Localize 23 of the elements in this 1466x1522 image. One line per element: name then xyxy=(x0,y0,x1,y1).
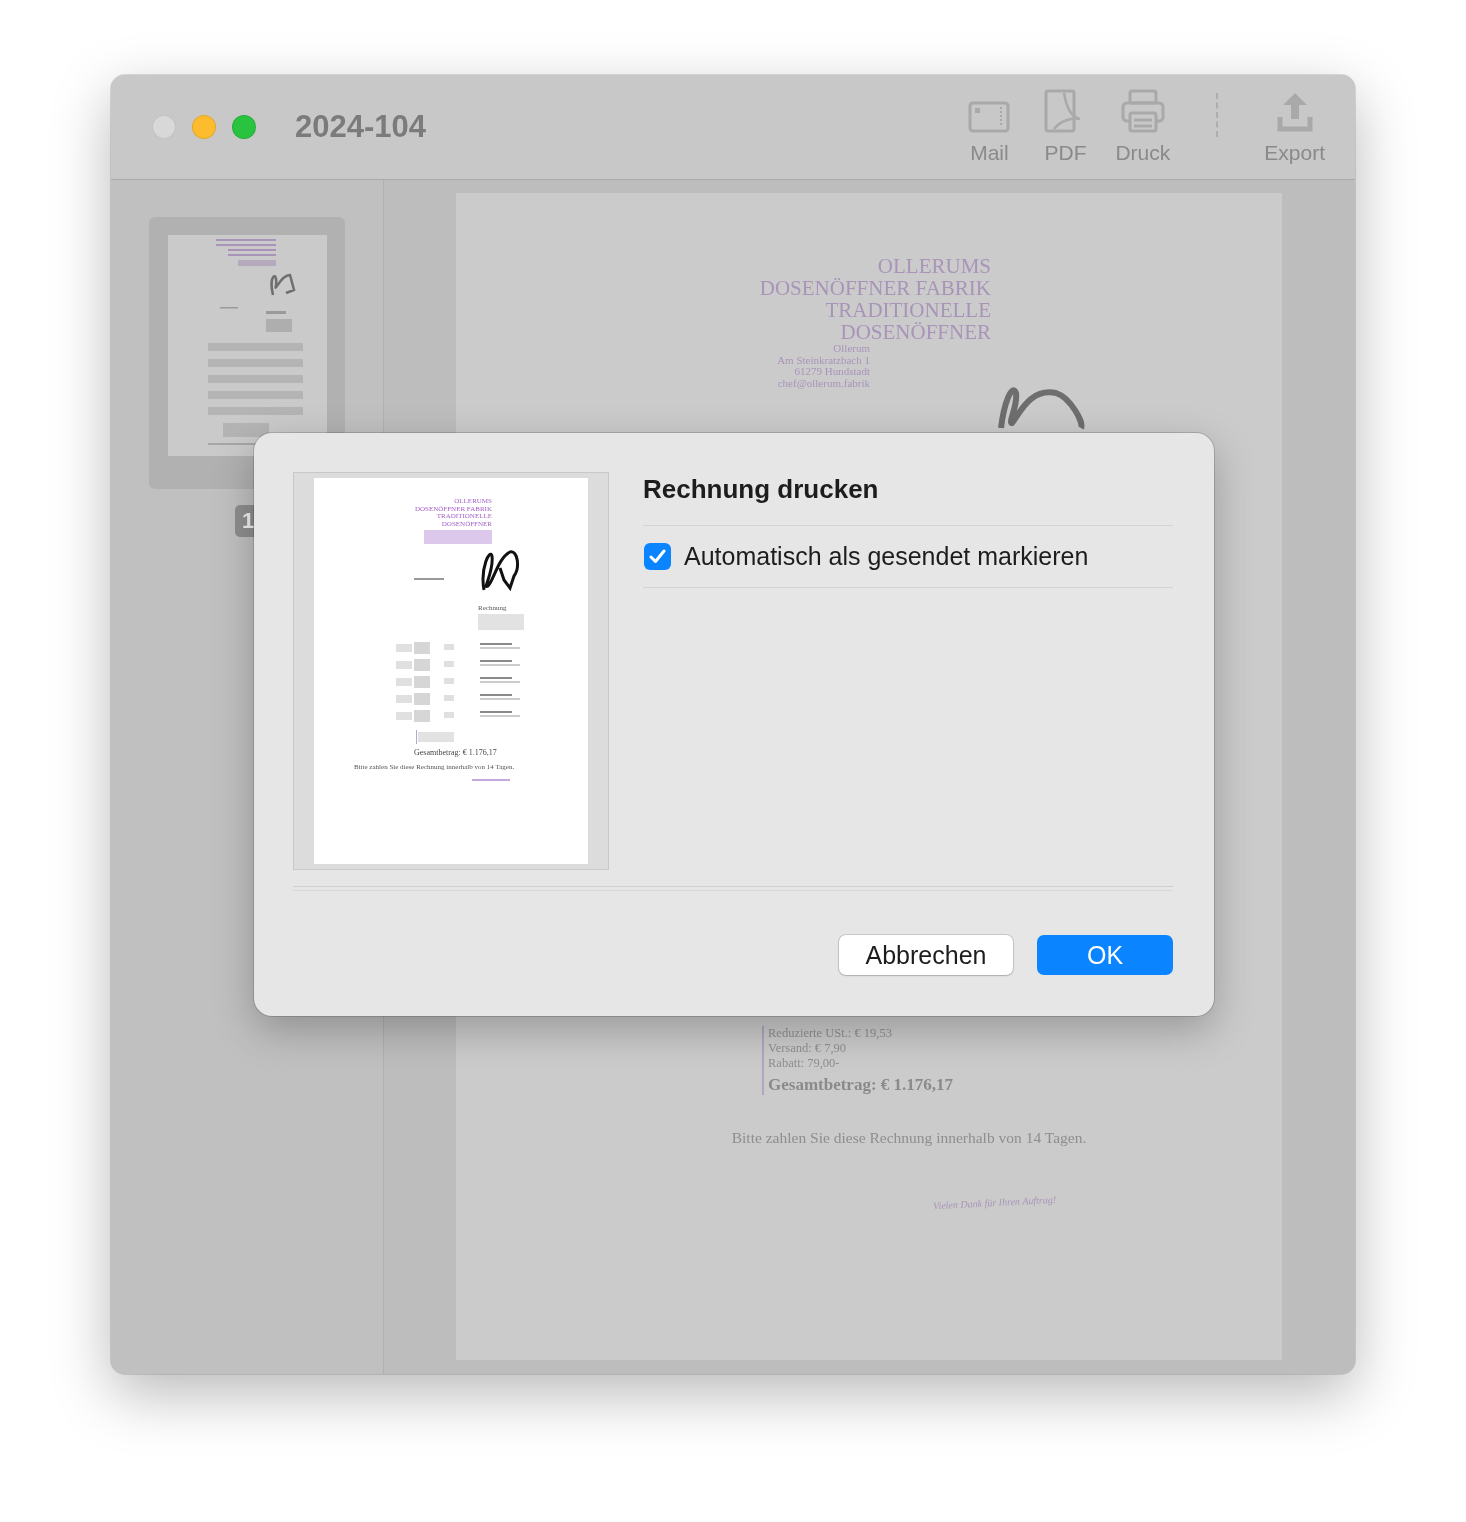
totals-line: Rabatt: 79,00- xyxy=(768,1056,841,1071)
minimize-button[interactable] xyxy=(192,115,216,139)
printer-icon xyxy=(1120,89,1165,133)
checkbox-label: Automatisch als gesendet markieren xyxy=(684,542,1089,571)
toolbar-button[interactable]: Export xyxy=(1264,91,1325,165)
grand-total-text: Gesamtbetrag: € 1.176,17 xyxy=(414,748,498,757)
checkbox[interactable] xyxy=(644,543,671,570)
checkmark-icon xyxy=(649,549,666,564)
ok-button[interactable]: OK xyxy=(1037,935,1173,975)
toolbar-button[interactable]: Mail xyxy=(963,101,1016,165)
totals-line: Versand: € 7,90 xyxy=(768,1041,848,1056)
envelope-icon xyxy=(968,101,1011,133)
payment-note-text: Bitte zahlen Sie diese Rechnung innerhalb von 14 Tagen. xyxy=(731,1129,1087,1147)
dialog-title: Rechnung drucken xyxy=(643,473,880,506)
toolbar-button[interactable]: PDF xyxy=(1039,89,1092,165)
toolbar-button[interactable]: Druck xyxy=(1115,89,1171,165)
page-thumbnail[interactable] xyxy=(168,235,327,456)
window-title: 2024-104 xyxy=(295,109,427,145)
upload-icon xyxy=(1276,91,1313,133)
cancel-button[interactable]: Abbrechen xyxy=(839,935,1013,975)
zoom-button[interactable] xyxy=(232,115,256,139)
closing-line-drawing xyxy=(472,779,510,781)
grand-total-text: Gesamtbetrag: € 1.176,17 xyxy=(768,1075,954,1095)
